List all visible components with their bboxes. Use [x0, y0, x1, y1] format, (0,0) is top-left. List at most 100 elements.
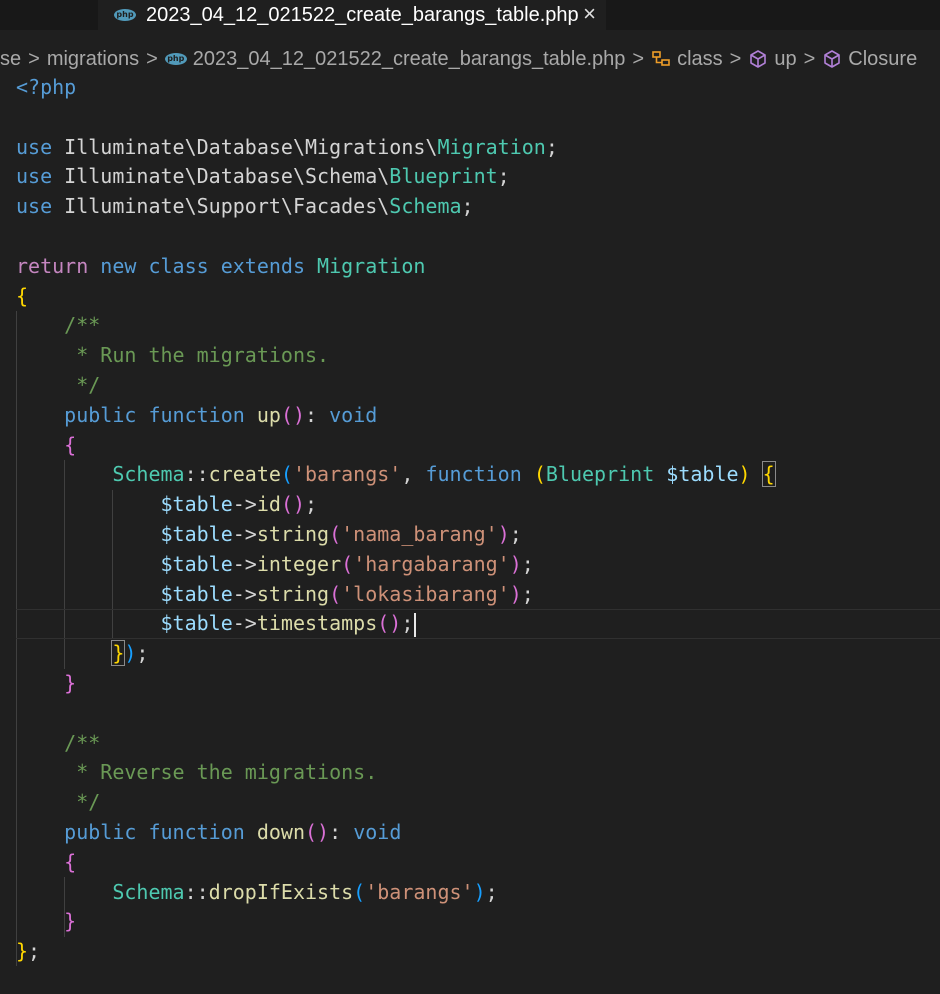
code-token: void	[329, 402, 378, 427]
code-line[interactable]: * Reverse the migrations.	[16, 758, 940, 788]
code-token: use	[16, 194, 65, 219]
code-token: Illuminate\Database\Schema\	[64, 164, 390, 189]
code-token: ;	[28, 939, 41, 964]
code-token: ;	[545, 134, 558, 159]
code-token: 'nama_barang'	[341, 521, 498, 546]
code-line[interactable]: {	[16, 282, 940, 312]
code-token: ::	[184, 879, 209, 904]
breadcrumb-label: Closure	[848, 47, 918, 70]
code-token: ;	[461, 194, 474, 219]
code-token: ()	[305, 819, 330, 844]
code-token: * Run the migrations.	[76, 343, 330, 368]
breadcrumb-label: se	[0, 47, 22, 70]
code-token: 'hargabarang'	[353, 551, 510, 576]
code-line[interactable]: {	[16, 848, 940, 878]
code-line[interactable]	[16, 222, 940, 252]
code-token: (	[280, 462, 293, 487]
code-token: integer	[256, 551, 342, 576]
code-line[interactable]: }	[16, 907, 940, 937]
breadcrumb-separator: >	[632, 47, 645, 70]
code-token: function	[148, 402, 257, 427]
code-token: ()	[280, 402, 306, 427]
method-cube-icon	[748, 49, 768, 69]
code-line[interactable]: $table->timestamps();	[16, 609, 940, 639]
code-line[interactable]: public function down(): void	[16, 818, 940, 848]
code-line[interactable]: $table->integer('hargabarang');	[16, 550, 940, 580]
code-line[interactable]: public function up(): void	[16, 401, 940, 431]
code-token: Schema	[112, 462, 185, 487]
code-line[interactable]: /**	[16, 729, 940, 759]
code-token: Illuminate\Database\Migrations\	[64, 134, 438, 159]
code-line[interactable]: $table->string('nama_barang');	[16, 520, 940, 550]
code-line[interactable]: });	[16, 639, 940, 669]
code-line[interactable]: use Illuminate\Support\Facades\Schema;	[16, 192, 940, 222]
code-line[interactable]: Schema::create('barangs', function (Blue…	[16, 460, 940, 490]
code-token: ;	[509, 521, 522, 546]
code-token: :	[329, 819, 354, 844]
code-token: down	[256, 819, 306, 844]
close-icon[interactable]: ×	[583, 0, 596, 30]
code-token: }	[16, 939, 29, 964]
code-token: /**	[64, 730, 101, 755]
code-token: Blueprint	[545, 462, 667, 487]
code-token: $table	[160, 492, 233, 517]
code-line[interactable]: $table->string('lokasibarang');	[16, 580, 940, 610]
code-line[interactable]: use Illuminate\Database\Schema\Blueprint…	[16, 162, 940, 192]
code-token: ;	[401, 611, 414, 636]
breadcrumb-file[interactable]: php 2023_04_12_021522_create_barangs_tab…	[164, 48, 625, 71]
code-token: timestamps	[256, 611, 378, 636]
code-editor[interactable]: <?php use Illuminate\Database\Migrations…	[16, 73, 940, 967]
code-token: 'barangs'	[365, 879, 474, 904]
code-line[interactable]: };	[16, 937, 940, 967]
code-token: ;	[136, 641, 149, 666]
breadcrumb-folder-parent[interactable]: se	[0, 48, 21, 71]
code-line[interactable]: * Run the migrations.	[16, 341, 940, 371]
code-line[interactable]: use Illuminate\Database\Migrations\Migra…	[16, 133, 940, 163]
php-file-icon: php	[164, 53, 187, 65]
code-token: )	[124, 641, 137, 666]
code-line[interactable]: {	[16, 431, 940, 461]
code-line[interactable]: */	[16, 788, 940, 818]
code-line[interactable]	[16, 103, 940, 133]
code-token: public	[64, 402, 149, 427]
code-line[interactable]	[16, 699, 940, 729]
breadcrumb-class[interactable]: class	[651, 48, 723, 71]
code-token: function	[148, 819, 257, 844]
code-line[interactable]: <?php	[16, 73, 940, 103]
code-token: )	[509, 581, 522, 606]
code-line[interactable]: }	[16, 669, 940, 699]
code-token: use	[16, 164, 65, 189]
code-token: ;	[305, 492, 318, 517]
code-token: void	[353, 819, 402, 844]
code-token: Schema	[389, 194, 462, 219]
code-token: class	[148, 253, 221, 278]
code-line[interactable]: Schema::dropIfExists('barangs');	[16, 878, 940, 908]
code-token: Illuminate\Support\Facades\	[64, 194, 390, 219]
code-line[interactable]: $table->id();	[16, 490, 940, 520]
code-token: (	[533, 462, 546, 487]
editor-tab[interactable]: php 2023_04_12_021522_create_barangs_tab…	[98, 0, 606, 30]
code-token: 'barangs'	[292, 462, 402, 487]
code-line[interactable]: return new class extends Migration	[16, 252, 940, 282]
breadcrumb: se > migrations > php 2023_04_12_021522_…	[0, 44, 940, 74]
closure-cube-icon	[822, 49, 842, 69]
code-token: {	[761, 461, 776, 488]
breadcrumb-label: class	[677, 47, 723, 70]
code-token: $table	[160, 551, 233, 576]
tab-title: 2023_04_12_021522_create_barangs_table.p…	[146, 3, 579, 26]
breadcrumb-method-up[interactable]: up	[748, 48, 797, 71]
breadcrumb-closure[interactable]: Closure	[822, 48, 917, 71]
breadcrumb-folder-migrations[interactable]: migrations	[47, 48, 139, 71]
code-line[interactable]: */	[16, 371, 940, 401]
code-line[interactable]: /**	[16, 311, 940, 341]
code-token: ->	[232, 551, 257, 576]
